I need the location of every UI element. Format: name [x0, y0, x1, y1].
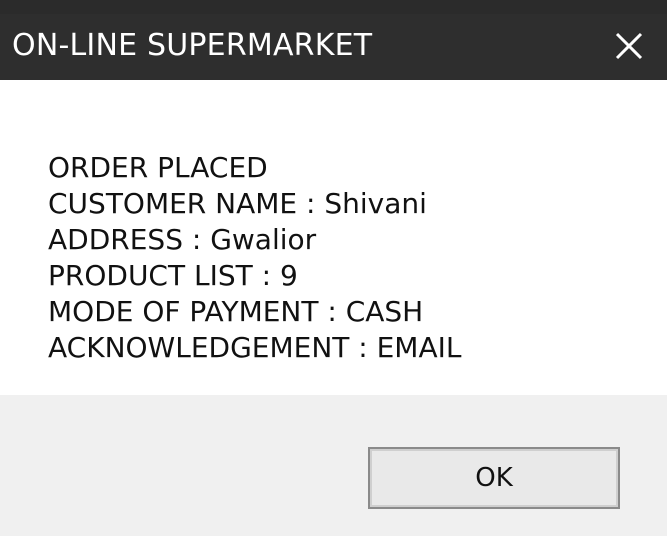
message-text: ORDER PLACED CUSTOMER NAME : Shivani ADD… — [48, 150, 461, 366]
message-line-customer-name: CUSTOMER NAME : Shivani — [48, 187, 427, 220]
background-window-strip — [0, 0, 667, 14]
message-line-product-list: PRODUCT LIST : 9 — [48, 259, 298, 292]
dialog-footer: OK — [0, 395, 667, 536]
message-line-payment-mode: MODE OF PAYMENT : CASH — [48, 295, 424, 328]
close-icon — [615, 32, 643, 60]
message-line-order-status: ORDER PLACED — [48, 151, 268, 184]
ok-button[interactable]: OK — [368, 447, 620, 509]
dialog-content: ORDER PLACED CUSTOMER NAME : Shivani ADD… — [0, 80, 667, 390]
message-line-acknowledgement: ACKNOWLEDGEMENT : EMAIL — [48, 331, 462, 364]
message-dialog: ON-LINE SUPERMARKET ORDER PLACED CUSTOME… — [0, 0, 667, 536]
dialog-titlebar: ON-LINE SUPERMARKET — [0, 14, 667, 80]
message-line-address: ADDRESS : Gwalior — [48, 223, 317, 256]
close-button[interactable] — [607, 24, 651, 68]
dialog-title: ON-LINE SUPERMARKET — [12, 28, 373, 63]
